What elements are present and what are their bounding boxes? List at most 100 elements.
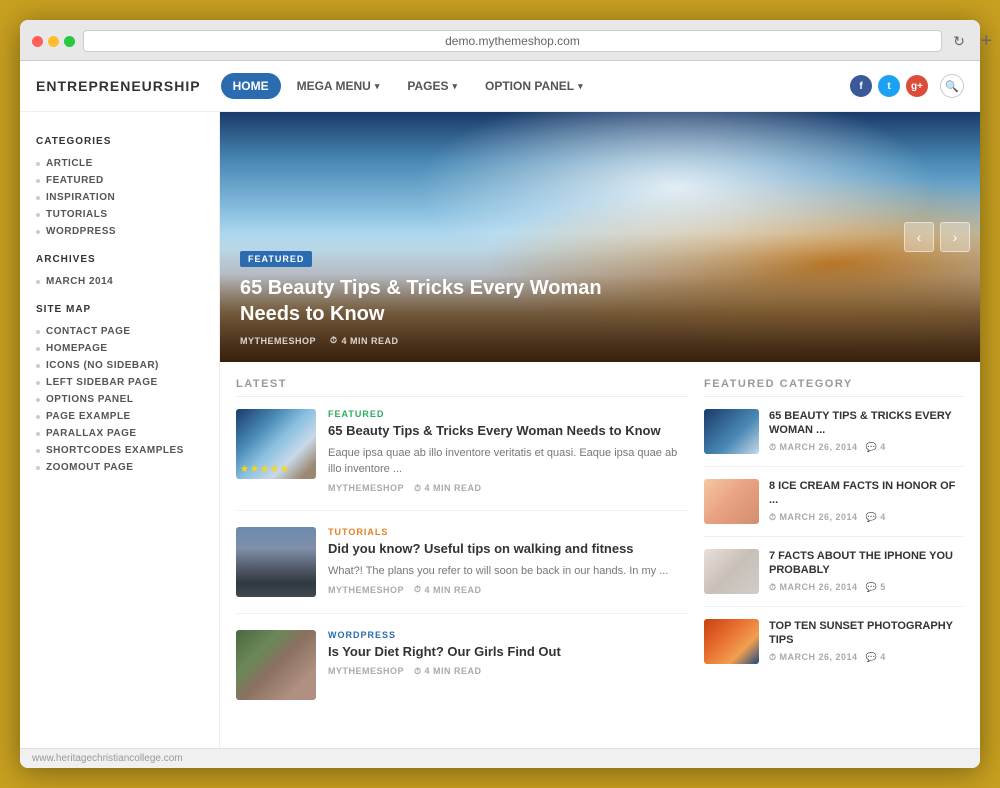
fc-meta: ⏱ MARCH 26, 2014 💬 4: [769, 652, 964, 663]
fc-comments: 💬 4: [866, 512, 886, 523]
post-category: TUTORIALS: [328, 527, 688, 537]
post-title[interactable]: Did you know? Useful tips on walking and…: [328, 541, 688, 558]
content-columns: LATEST ★ ★ ★ ★ ★: [220, 362, 980, 748]
hero-meta: MYTHEMESHOP ⏱ 4 MIN READ: [240, 335, 960, 346]
sidebar-item-left-sidebar[interactable]: LEFT SIDEBAR PAGE: [36, 374, 203, 391]
sidebar-item-article[interactable]: ARTICLE: [36, 155, 203, 172]
latest-posts: LATEST ★ ★ ★ ★ ★: [236, 378, 688, 732]
maximize-dot[interactable]: [64, 36, 75, 47]
slider-prev-button[interactable]: ‹: [904, 222, 934, 252]
bullet-icon: [36, 415, 40, 419]
fc-date: ⏱ MARCH 26, 2014: [769, 512, 858, 523]
chevron-down-icon: ▾: [375, 81, 380, 92]
post-read-time: ⏱ 4 MIN READ: [414, 483, 482, 494]
fc-thumbnail: [704, 549, 759, 594]
sidebar-item-march2014[interactable]: MARCH 2014: [36, 273, 203, 290]
social-icons: f t g+ 🔍: [850, 74, 964, 98]
bullet-icon: [36, 364, 40, 368]
nav-pages[interactable]: PAGES ▾: [395, 73, 469, 99]
sidebar-item-options-panel[interactable]: OPTIONS PANEL: [36, 391, 203, 408]
post-thumbnail: ★ ★ ★ ★ ★: [236, 409, 316, 479]
fc-item: 65 BEAUTY TIPS & TRICKS EVERY WOMAN ... …: [704, 409, 964, 467]
slider-next-button[interactable]: ›: [940, 222, 970, 252]
chevron-down-icon: ▾: [452, 81, 457, 92]
site-logo: ENTREPRENEURSHIP: [36, 78, 201, 94]
sitemap-label: SITE MAP: [36, 304, 203, 315]
twitter-icon[interactable]: t: [878, 75, 900, 97]
fc-title[interactable]: TOP TEN SUNSET PHOTOGRAPHY TIPS: [769, 619, 964, 648]
fc-content: 65 BEAUTY TIPS & TRICKS EVERY WOMAN ... …: [769, 409, 964, 453]
post-item: WORDPRESS Is Your Diet Right? Our Girls …: [236, 630, 688, 716]
post-category: FEATURED: [328, 409, 688, 419]
fc-thumbnail: [704, 619, 759, 664]
hero-title[interactable]: 65 Beauty Tips & Tricks Every Woman Need…: [240, 275, 660, 327]
nav-home[interactable]: HOME: [221, 73, 281, 99]
archives-label: ARCHIVES: [36, 254, 203, 265]
fc-content: 7 FACTS ABOUT THE IPHONE YOU PROBABLY ⏱ …: [769, 549, 964, 593]
sidebar-item-zoomout[interactable]: ZOOMOUT PAGE: [36, 459, 203, 476]
sidebar: CATEGORIES ARTICLE FEATURED INSPIRATION …: [20, 112, 220, 748]
post-content: TUTORIALS Did you know? Useful tips on w…: [328, 527, 688, 597]
post-item: TUTORIALS Did you know? Useful tips on w…: [236, 527, 688, 614]
sidebar-item-inspiration[interactable]: INSPIRATION: [36, 189, 203, 206]
bullet-icon: [36, 230, 40, 234]
post-excerpt: Eaque ipsa quae ab illo inventore verita…: [328, 445, 688, 478]
facebook-icon[interactable]: f: [850, 75, 872, 97]
post-stars: ★ ★ ★ ★ ★: [240, 464, 289, 475]
minimize-dot[interactable]: [48, 36, 59, 47]
sidebar-item-contact[interactable]: CONTACT PAGE: [36, 323, 203, 340]
browser-chrome: demo.mythemeshop.com ↻ +: [20, 20, 980, 61]
fc-item: 8 ICE CREAM FACTS IN HONOR OF ... ⏱ MARC…: [704, 479, 964, 537]
bullet-icon: [36, 381, 40, 385]
hero-author: MYTHEMESHOP: [240, 336, 316, 346]
bullet-icon: [36, 162, 40, 166]
fc-item: TOP TEN SUNSET PHOTOGRAPHY TIPS ⏱ MARCH …: [704, 619, 964, 676]
fc-date: ⏱ MARCH 26, 2014: [769, 442, 858, 453]
browser-window: demo.mythemeshop.com ↻ + ENTREPRENEURSHI…: [20, 20, 980, 768]
post-category: WORDPRESS: [328, 630, 688, 640]
refresh-button[interactable]: ↻: [950, 32, 968, 50]
status-url: www.heritagechristiancollege.com: [32, 753, 183, 764]
bullet-icon: [36, 330, 40, 334]
fc-title[interactable]: 8 ICE CREAM FACTS IN HONOR OF ...: [769, 479, 964, 508]
bullet-icon: [36, 179, 40, 183]
fc-content: 8 ICE CREAM FACTS IN HONOR OF ... ⏱ MARC…: [769, 479, 964, 523]
post-read-time: ⏱ 4 MIN READ: [414, 584, 482, 595]
hero-read-time: ⏱ 4 MIN READ: [330, 335, 399, 346]
post-meta: MYTHEMESHOP ⏱ 4 MIN READ: [328, 666, 688, 677]
nav-mega-menu[interactable]: MEGA MENU ▾: [285, 73, 392, 99]
chevron-down-icon: ▾: [578, 81, 583, 92]
latest-section-label: LATEST: [236, 378, 688, 397]
url-bar[interactable]: demo.mythemeshop.com: [83, 30, 942, 52]
featured-section-label: FEATURED CATEGORY: [704, 378, 964, 397]
sidebar-item-parallax[interactable]: PARALLAX PAGE: [36, 425, 203, 442]
fc-title[interactable]: 65 BEAUTY TIPS & TRICKS EVERY WOMAN ...: [769, 409, 964, 438]
fc-comments: 💬 5: [866, 582, 886, 593]
categories-label: CATEGORIES: [36, 136, 203, 147]
search-button[interactable]: 🔍: [940, 74, 964, 98]
post-meta: MYTHEMESHOP ⏱ 4 MIN READ: [328, 584, 688, 595]
close-dot[interactable]: [32, 36, 43, 47]
bullet-icon: [36, 347, 40, 351]
sidebar-item-tutorials[interactable]: TUTORIALS: [36, 206, 203, 223]
hero-badge: FEATURED: [240, 251, 312, 267]
bullet-icon: [36, 196, 40, 200]
bullet-icon: [36, 432, 40, 436]
sidebar-item-shortcodes[interactable]: SHORTCODES EXAMPLES: [36, 442, 203, 459]
sidebar-item-featured[interactable]: FEATURED: [36, 172, 203, 189]
sidebar-item-page-example[interactable]: PAGE EXAMPLE: [36, 408, 203, 425]
sidebar-item-icons[interactable]: ICONS (NO SIDEBAR): [36, 357, 203, 374]
sidebar-item-homepage[interactable]: HOMEPAGE: [36, 340, 203, 357]
fc-comments: 💬 4: [866, 652, 886, 663]
fc-title[interactable]: 7 FACTS ABOUT THE IPHONE YOU PROBABLY: [769, 549, 964, 578]
nav-option-panel[interactable]: OPTION PANEL ▾: [473, 73, 595, 99]
post-content: FEATURED 65 Beauty Tips & Tricks Every W…: [328, 409, 688, 494]
site-nav: HOME MEGA MENU ▾ PAGES ▾ OPTION PANEL ▾: [221, 73, 830, 99]
post-thumbnail: [236, 527, 316, 597]
fc-thumbnail: [704, 479, 759, 524]
post-title[interactable]: 65 Beauty Tips & Tricks Every Woman Need…: [328, 423, 688, 440]
gplus-icon[interactable]: g+: [906, 75, 928, 97]
sidebar-item-wordpress[interactable]: WORDPRESS: [36, 223, 203, 240]
post-title[interactable]: Is Your Diet Right? Our Girls Find Out: [328, 644, 688, 661]
fc-content: TOP TEN SUNSET PHOTOGRAPHY TIPS ⏱ MARCH …: [769, 619, 964, 663]
